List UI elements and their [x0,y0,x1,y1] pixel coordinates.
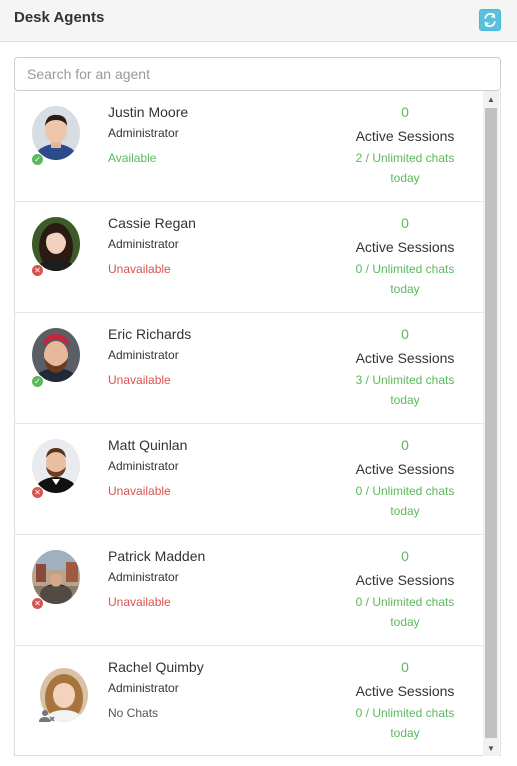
agent-search-input[interactable] [14,57,501,91]
active-sessions-label: Active Sessions [355,461,455,477]
agent-row[interactable]: ✓ Eric Richards Administrator Unavailabl… [15,313,484,424]
agent-status: Unavailable [108,373,171,387]
no-chats-icon [39,709,55,723]
active-sessions-label: Active Sessions [355,350,455,366]
agent-avatar [32,328,80,382]
agent-row[interactable]: ✓ Justin Moore Administrator Available 0… [15,91,484,202]
agent-role: Administrator [108,237,179,251]
unavailable-status-icon: ✕ [31,264,44,277]
available-status-icon: ✓ [31,375,44,388]
agent-list-scrollbar[interactable]: ▲ ▼ [483,91,499,756]
unavailable-status-icon: ✕ [31,597,44,610]
scroll-up-arrow-icon[interactable]: ▲ [483,91,499,107]
agent-name: Matt Quinlan [108,437,188,453]
agent-name: Cassie Regan [108,215,196,231]
refresh-icon [484,13,496,27]
chats-count: 0 / Unlimited chats [355,262,455,276]
chats-count: 2 / Unlimited chats [355,151,455,165]
active-session-count: 0 [401,437,409,453]
active-sessions-label: Active Sessions [355,683,455,699]
agent-status: No Chats [108,706,159,720]
scroll-down-arrow-icon[interactable]: ▼ [483,740,499,756]
agent-avatar [32,217,80,271]
chats-count: 0 / Unlimited chats [355,595,455,609]
agent-role: Administrator [108,570,179,584]
agent-row[interactable]: Rachel Quimby Administrator No Chats 0 A… [15,646,484,755]
scrollbar-thumb[interactable] [485,108,497,738]
refresh-button[interactable] [479,9,501,31]
active-session-count: 0 [401,215,409,231]
agent-list: ✓ Justin Moore Administrator Available 0… [14,91,501,756]
agent-avatar [32,439,80,493]
active-sessions-label: Active Sessions [355,572,455,588]
active-sessions-label: Active Sessions [355,239,455,255]
unavailable-status-icon: ✕ [31,486,44,499]
active-session-count: 0 [401,548,409,564]
agent-avatar [32,106,80,160]
agent-avatar [32,550,80,604]
active-session-count: 0 [401,659,409,675]
agent-status: Unavailable [108,595,171,609]
agent-role: Administrator [108,681,179,695]
active-session-count: 0 [401,326,409,342]
panel-title: Desk Agents [14,9,105,26]
agent-row[interactable]: ✕ Cassie Regan Administrator Unavailable… [15,202,484,313]
chats-count: 3 / Unlimited chats [355,373,455,387]
active-session-count: 0 [401,104,409,120]
active-sessions-label: Active Sessions [355,128,455,144]
agent-name: Justin Moore [108,104,189,120]
agent-name: Rachel Quimby [108,659,204,675]
agent-name: Patrick Madden [108,548,206,564]
chats-period: today [390,504,420,518]
chats-period: today [390,726,420,740]
chats-period: today [390,282,420,296]
agent-role: Administrator [108,126,179,140]
available-status-icon: ✓ [31,153,44,166]
chats-period: today [390,171,420,185]
agent-status: Available [108,151,157,165]
agent-row[interactable]: ✕ Patrick Madden Administrator Unavailab… [15,535,484,646]
chats-count: 0 / Unlimited chats [355,484,455,498]
chats-period: today [390,393,420,407]
chats-count: 0 / Unlimited chats [355,706,455,720]
chats-period: today [390,615,420,629]
agent-name: Eric Richards [108,326,192,342]
agent-row[interactable]: ✕ Matt Quinlan Administrator Unavailable… [15,424,484,535]
agent-role: Administrator [108,348,179,362]
panel-header: Desk Agents [0,0,517,42]
agent-role: Administrator [108,459,179,473]
agent-status: Unavailable [108,484,171,498]
agent-status: Unavailable [108,262,171,276]
